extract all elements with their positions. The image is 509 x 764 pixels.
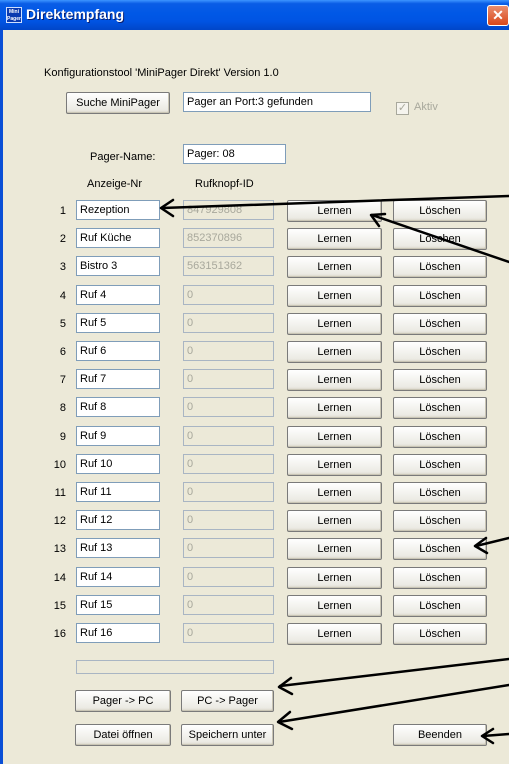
annotation-arrow [278, 657, 509, 688]
annotation-arrow [277, 683, 509, 724]
main-window: Mini Pager Direktempfang ✕ Konfiguration… [0, 0, 509, 764]
annotation-arrow [370, 213, 509, 264]
annotation-arrow [160, 194, 509, 210]
annotation-arrows [159, 194, 509, 745]
